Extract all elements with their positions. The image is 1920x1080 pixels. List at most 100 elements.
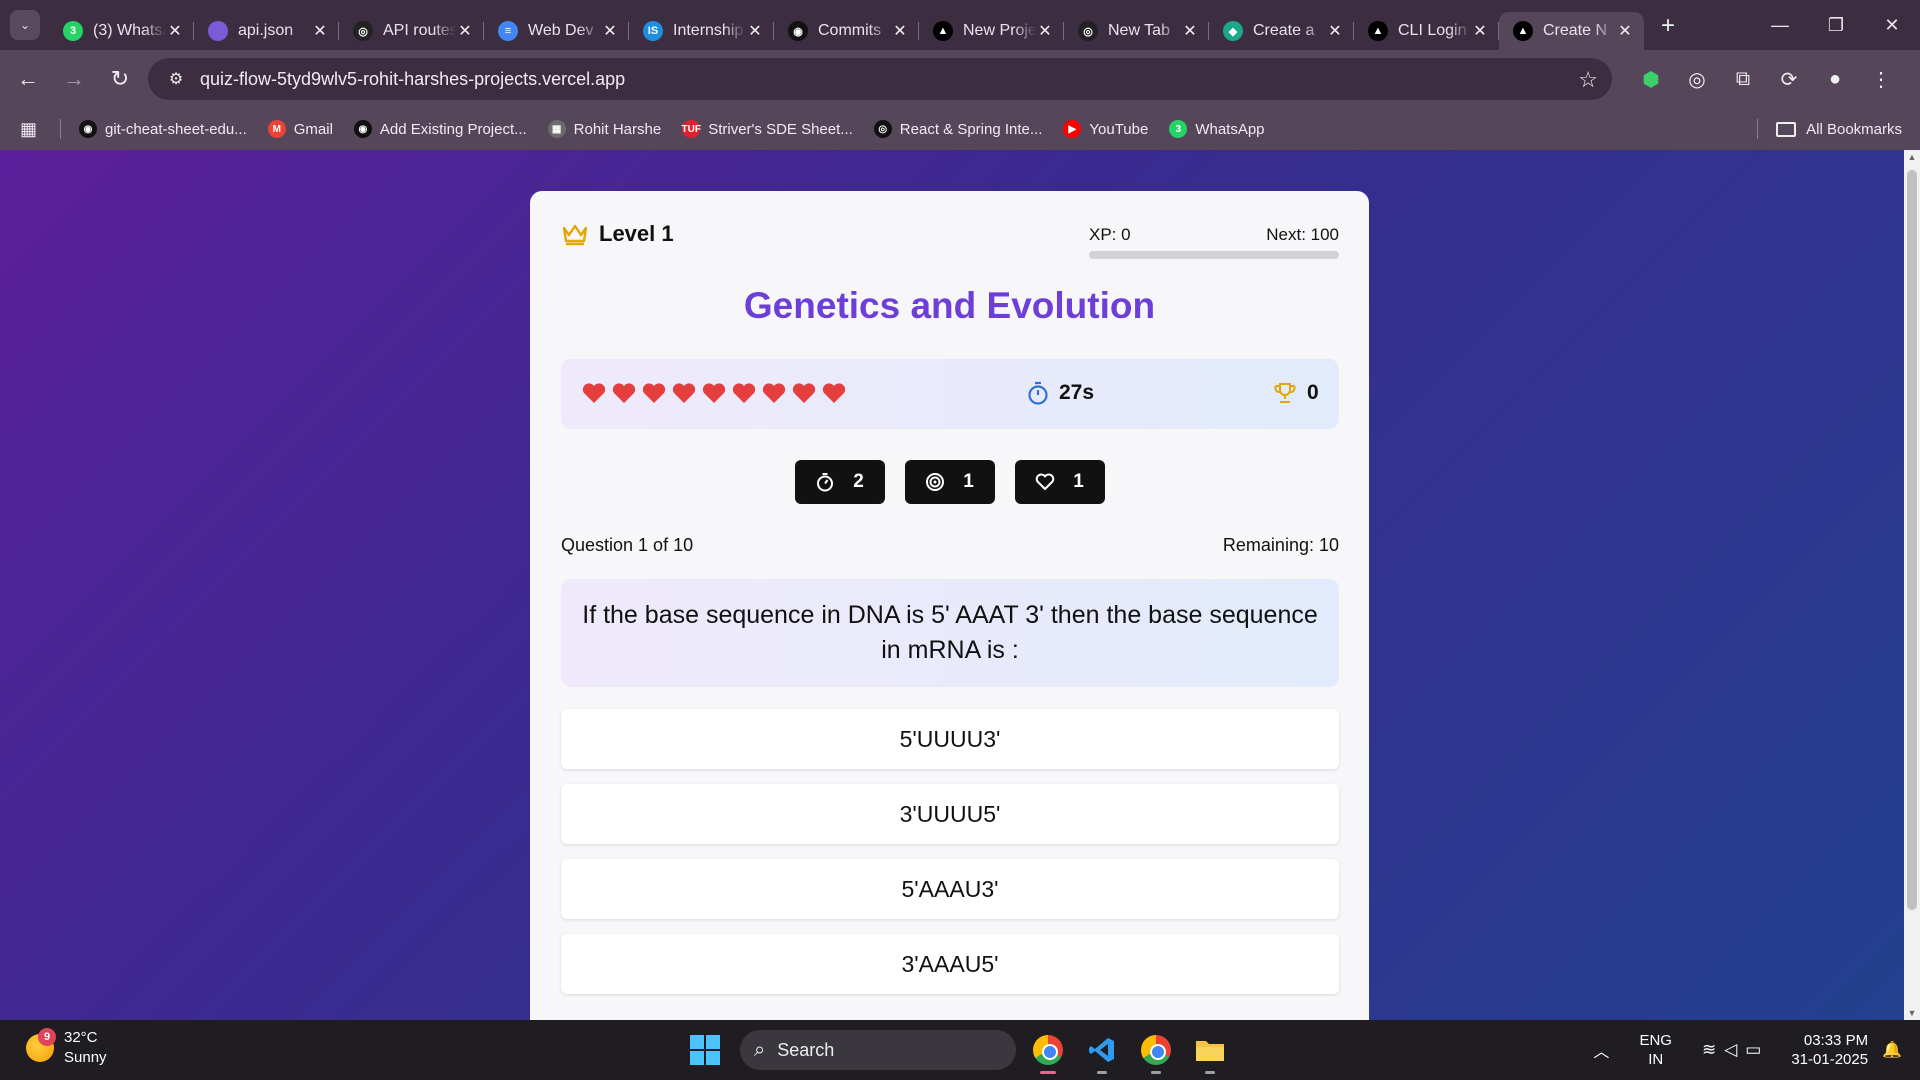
question-text: If the base sequence in DNA is 5' AAAT 3… — [561, 579, 1339, 687]
tab-strip: ⌄ 3(3) WhatsApp✕api.json✕◎API routes✕≡We… — [0, 0, 1920, 50]
browser-menu-icon[interactable]: ⋮ — [1858, 58, 1904, 100]
chrome-profile-taskbar-icon[interactable] — [1134, 1028, 1178, 1074]
network-volume-battery-icons[interactable]: ≋◁▭ — [1702, 1040, 1769, 1060]
browser-tab[interactable]: ◆ Create a ✕ — [1209, 12, 1354, 50]
profile-avatar[interactable]: ● — [1812, 58, 1858, 100]
time-freeze-powerup-button[interactable]: 2 — [794, 460, 885, 504]
life-heart-icon — [582, 383, 606, 403]
close-tab-icon[interactable]: ✕ — [891, 21, 909, 41]
close-tab-icon[interactable]: ✕ — [1326, 21, 1344, 41]
github-icon: ◉ — [79, 120, 97, 138]
back-button[interactable]: ← — [8, 59, 48, 99]
close-tab-icon[interactable]: ✕ — [456, 21, 474, 41]
bookmarks-separator — [60, 119, 61, 139]
browser-tab[interactable]: ◎ API routes ✕ — [339, 12, 484, 50]
weather-widget[interactable]: 9 32°C Sunny — [26, 1028, 107, 1068]
bookmark-label: Striver's SDE Sheet... — [708, 120, 853, 138]
browser-tab[interactable]: ▲ CLI Login ✕ — [1354, 12, 1499, 50]
bookmark-label: git-cheat-sheet-edu... — [105, 120, 247, 138]
life-heart-icon — [612, 383, 636, 403]
answer-option[interactable]: 3'AAAU5' — [561, 934, 1339, 994]
xp-panel: XP: 0 Next: 100 — [1089, 225, 1339, 259]
windows-start-icon[interactable] — [690, 1035, 720, 1065]
taskbar-search[interactable]: ⌕ Search — [740, 1030, 1016, 1070]
language-indicator[interactable]: ENG IN — [1639, 1031, 1672, 1069]
target-powerup-button[interactable]: 1 — [904, 460, 995, 504]
tab-title: Commits — [818, 22, 882, 39]
gmail-icon: M — [267, 120, 286, 138]
address-bar[interactable]: ⚙ quiz-flow-5tyd9wlv5-rohit-harshes-proj… — [148, 58, 1612, 100]
new-tab-button[interactable]: + — [1650, 8, 1686, 44]
extensions-puzzle-icon[interactable]: ⧉ — [1720, 58, 1766, 100]
answer-option[interactable]: 5'UUUU3' — [561, 709, 1339, 769]
bookmark-item[interactable]: 3 WhatsApp — [1169, 120, 1265, 138]
bookmark-item[interactable]: ▶ YouTube — [1063, 120, 1148, 138]
all-bookmarks[interactable]: All Bookmarks — [1757, 108, 1902, 150]
bookmark-item[interactable]: ◉ git-cheat-sheet-edu... — [79, 120, 247, 138]
extensions-area: ⬢ ◎ ⧉ ⟳ ● ⋮ — [1628, 58, 1904, 100]
color-extension-icon[interactable]: ◎ — [1674, 58, 1720, 100]
close-window-button[interactable]: ✕ — [1864, 0, 1920, 50]
close-tab-icon[interactable]: ✕ — [1471, 21, 1489, 41]
minimize-button[interactable]: — — [1752, 0, 1808, 50]
bookmarks-bar: ▦ ◉ git-cheat-sheet-edu... M Gmail ◉ Add Exis… — [0, 108, 1920, 150]
scroll-down-arrow[interactable]: ▼ — [1904, 1008, 1920, 1018]
bookmark-item[interactable]: TUF Striver's SDE Sheet... — [681, 120, 853, 138]
clock[interactable]: 03:33 PM 31-01-2025 — [1791, 1031, 1868, 1069]
shield-extension-icon[interactable]: ⬢ — [1628, 58, 1674, 100]
close-tab-icon[interactable]: ✕ — [1616, 21, 1634, 41]
scrollbar-thumb[interactable] — [1907, 170, 1917, 910]
bookmark-item[interactable]: M Gmail — [267, 120, 333, 138]
bookmark-item[interactable]: ◉ Add Existing Project... — [353, 120, 527, 138]
close-tab-icon[interactable]: ✕ — [1181, 21, 1199, 41]
browser-tab[interactable]: ▲ Create N ✕ — [1499, 12, 1644, 50]
extra-life-powerup-button[interactable]: 1 — [1014, 460, 1105, 504]
browser-tab[interactable]: 3 (3) WhatsApp✕ — [49, 12, 194, 50]
tab-title: Internship — [673, 22, 744, 39]
search-label: Search — [777, 1039, 835, 1060]
bookmark-label: Gmail — [293, 120, 333, 138]
close-tab-icon[interactable]: ✕ — [311, 21, 329, 41]
lives-hearts — [581, 381, 851, 405]
file-explorer-taskbar-icon[interactable] — [1188, 1028, 1232, 1074]
browser-tab[interactable]: ▲ New Project✕ — [919, 12, 1064, 50]
page-scrollbar[interactable]: ▲ ▼ — [1904, 150, 1920, 1020]
level-label: Level 1 — [599, 221, 674, 246]
notification-icon[interactable]: 🔔 — [1882, 1040, 1902, 1060]
close-tab-icon[interactable]: ✕ — [166, 21, 184, 41]
chevron-up-icon[interactable]: ︿ — [1593, 1038, 1609, 1062]
bookmark-item[interactable]: ▦ Rohit Harshe — [547, 120, 661, 138]
vscode-taskbar-icon[interactable] — [1080, 1028, 1124, 1074]
site-icon: ▦ — [547, 120, 566, 138]
site-info-icon[interactable]: ⚙ — [162, 65, 190, 93]
browser-tab[interactable]: ≡ Web Dev ✕ — [484, 12, 629, 50]
close-tab-icon[interactable]: ✕ — [746, 21, 764, 41]
apps-grid-icon[interactable]: ▦ — [20, 119, 44, 140]
answer-option[interactable]: 3'UUUU5' — [561, 784, 1339, 844]
close-tab-icon[interactable]: ✕ — [1036, 21, 1054, 41]
all-bookmarks-label[interactable]: All Bookmarks — [1806, 121, 1902, 138]
performance-icon[interactable]: ⟳ — [1766, 58, 1812, 100]
browser-tab[interactable]: IS Internship ✕ — [629, 12, 774, 50]
browser-tab[interactable]: api.json ✕ — [194, 12, 339, 50]
answer-option[interactable]: 5'AAAU3' — [561, 859, 1339, 919]
bookmark-star-icon[interactable]: ☆ — [1578, 67, 1598, 93]
quiz-card: Level 1 XP: 0 Next: 100 Genetics and Evo… — [530, 191, 1369, 1020]
browser-tab[interactable]: ◉ Commits ✕ — [774, 12, 919, 50]
tab-title: (3) WhatsApp — [93, 22, 166, 39]
restore-button[interactable]: ❐ — [1808, 0, 1864, 50]
browser-toolbar: ← → ↻ ⚙ quiz-flow-5tyd9wlv5-rohit-harshe… — [0, 50, 1920, 108]
scroll-up-arrow[interactable]: ▲ — [1904, 152, 1920, 162]
bookmark-item[interactable]: ◎ React & Spring Inte... — [873, 120, 1042, 138]
sun-icon: 9 — [26, 1028, 56, 1062]
browser-tab[interactable]: ◎ New Tab ✕ — [1064, 12, 1209, 50]
chrome-taskbar-icon[interactable] — [1026, 1028, 1070, 1074]
bookmark-label: YouTube — [1089, 120, 1149, 138]
close-tab-icon[interactable]: ✕ — [601, 21, 619, 41]
tab-search-button[interactable]: ⌄ — [10, 10, 40, 40]
forward-button[interactable]: → — [54, 59, 94, 99]
url-text[interactable]: quiz-flow-5tyd9wlv5-rohit-harshes-projec… — [200, 69, 625, 90]
xp-next: Next: 100 — [1266, 225, 1339, 244]
reload-button[interactable]: ↻ — [100, 59, 140, 99]
diamond-icon: ◆ — [1223, 21, 1243, 41]
